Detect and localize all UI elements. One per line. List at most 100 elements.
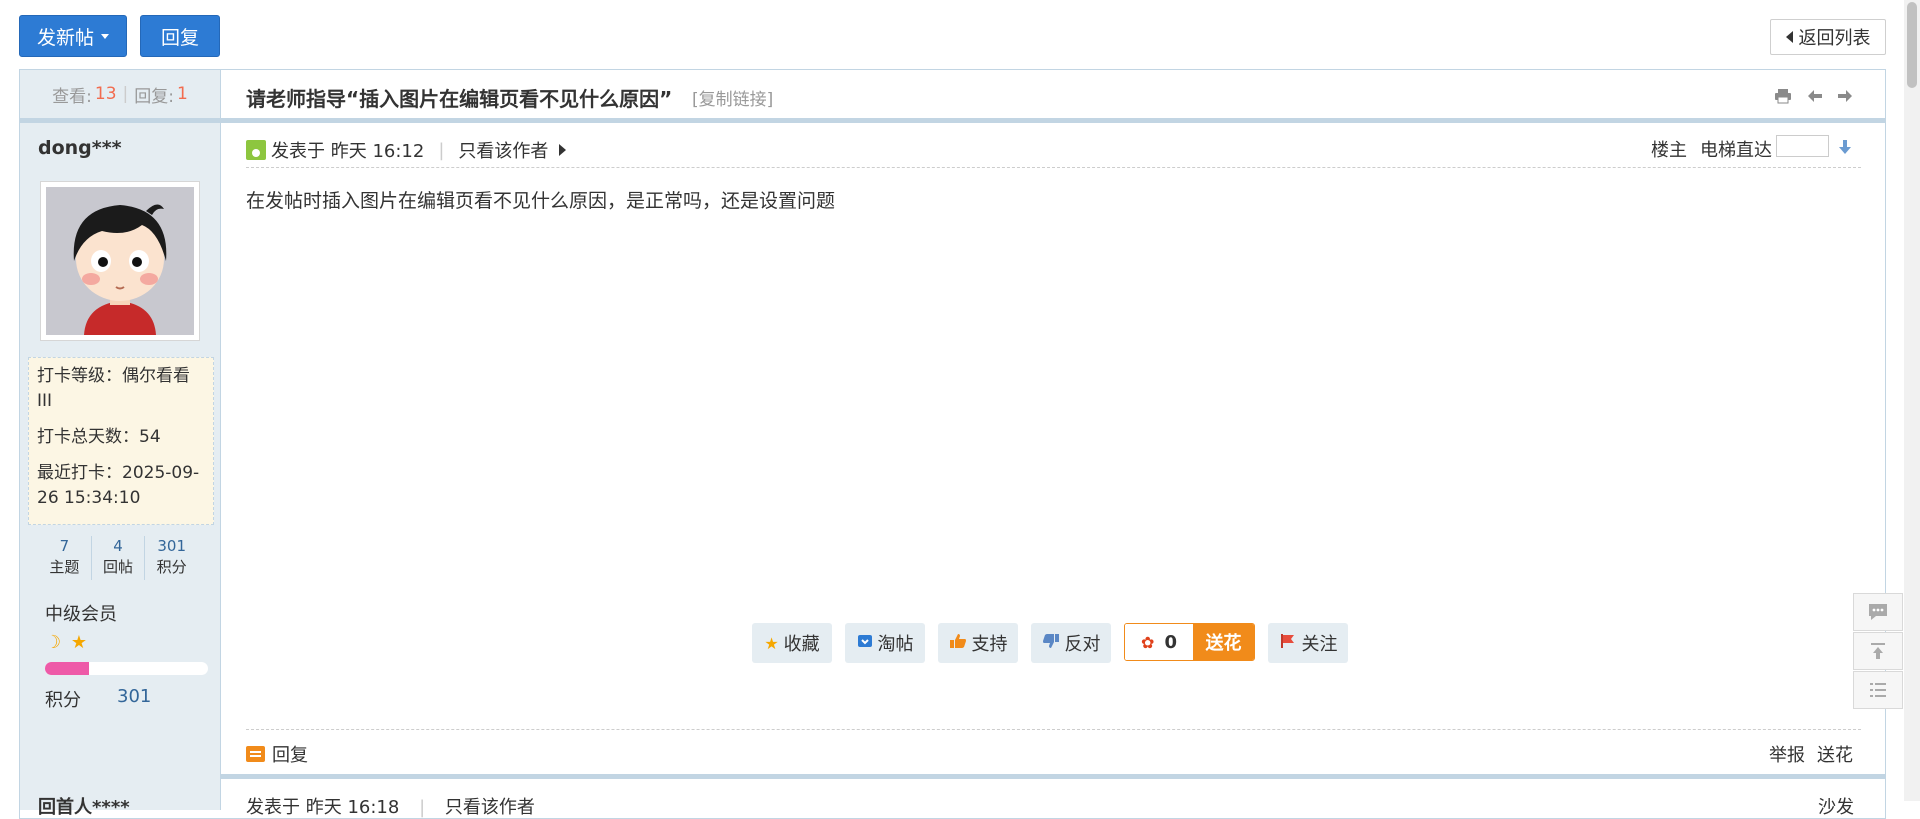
author-counts: 7 主题 4 回帖 301 积分	[38, 536, 198, 580]
checkin-days: 打卡总天数：54	[37, 427, 161, 447]
thread-stats: 查看: 13 | 回复: 1	[20, 70, 220, 118]
flower-icon: ✿	[1141, 632, 1155, 652]
favorite-label: 收藏	[783, 634, 820, 655]
avatar-image	[46, 187, 194, 335]
posts-value: 4	[113, 537, 123, 555]
rank-icons: ☽ ★	[45, 632, 87, 653]
header-divider	[221, 118, 1886, 123]
credits-value: 301	[157, 537, 186, 555]
checkin-level: 打卡等级：偶尔看看III	[37, 366, 190, 411]
views-label: 查看:	[52, 86, 92, 107]
next-post-author[interactable]: 回首人****	[38, 793, 130, 819]
level-progress	[45, 662, 208, 675]
report-link[interactable]: 举报	[1769, 741, 1805, 767]
floor-label[interactable]: 楼主	[1651, 136, 1687, 162]
stats-separator: |	[122, 84, 129, 104]
only-author-link[interactable]: 只看该作者	[458, 137, 548, 163]
next-post-time: 发表于 昨天 16:18	[246, 797, 400, 818]
taobao-label: 淘帖	[877, 634, 914, 655]
post-footer-divider	[246, 729, 1861, 730]
send-flower-button[interactable]: ✿ 0 送花	[1124, 623, 1255, 661]
post-frame	[19, 69, 1886, 819]
star-icon: ★	[70, 632, 88, 653]
arrow-down-icon[interactable]	[1838, 138, 1852, 156]
quick-reply-float-button[interactable]	[1853, 593, 1903, 631]
posts-count[interactable]: 4 回帖	[92, 536, 146, 580]
next-post-floor[interactable]: 沙发	[1818, 793, 1854, 819]
send-flower-label: 送花	[1193, 624, 1254, 660]
posts-label: 回帖	[103, 558, 134, 576]
archive-icon	[857, 633, 873, 653]
back-to-list-label: 返回列表	[1798, 28, 1871, 49]
flower-count: 0	[1164, 631, 1177, 653]
print-icon[interactable]	[1774, 88, 1792, 104]
copy-link[interactable]: [复制链接]	[692, 85, 773, 110]
elevator-label: 电梯直达	[1700, 140, 1772, 161]
previous-thread-icon[interactable]	[1806, 88, 1824, 104]
next-thread-icon[interactable]	[1836, 88, 1854, 104]
points-value: 301	[117, 686, 152, 707]
level-progress-fill	[45, 662, 89, 675]
follow-button[interactable]: 关注	[1268, 623, 1348, 663]
credits-label: 积分	[156, 558, 187, 576]
oppose-label: 反对	[1064, 634, 1101, 655]
scrollbar-thumb[interactable]	[1907, 2, 1917, 88]
back-to-top-float-button[interactable]	[1853, 632, 1903, 670]
thumbs-down-icon	[1042, 633, 1060, 653]
comment-icon	[1869, 604, 1887, 620]
caret-left-icon	[1785, 31, 1793, 43]
post-content: 在发帖时插入图片在编辑页看不见什么原因，是正常吗，还是设置问题	[246, 190, 836, 212]
replies-label: 回复:	[134, 86, 174, 107]
new-post-label: 发新帖	[36, 26, 94, 49]
post-divider	[221, 774, 1886, 779]
post-meta-divider	[246, 167, 1861, 168]
back-to-list-button[interactable]: 返回列表	[1770, 19, 1886, 55]
follow-label: 关注	[1301, 634, 1338, 655]
reply-bubble-icon	[246, 746, 265, 762]
user-online-icon	[246, 140, 266, 160]
elevator-input[interactable]	[1776, 135, 1829, 157]
topics-count[interactable]: 7 主题	[38, 536, 92, 580]
reply-button-label: 回复	[160, 26, 199, 49]
support-button[interactable]: 支持	[938, 623, 1018, 663]
points-label: 积分	[45, 690, 81, 711]
last-checkin: 最近打卡：2025-09-26 15:34:10	[37, 463, 200, 508]
return-list-float-button[interactable]	[1853, 671, 1903, 709]
list-icon	[1870, 683, 1886, 697]
topics-value: 7	[59, 537, 70, 555]
reply-button[interactable]: 回复	[140, 15, 220, 57]
reply-link[interactable]: 回复	[246, 741, 308, 767]
thread-title: 请老师指导“插入图片在编辑页看不见什么原因”	[246, 87, 673, 111]
page-scrollbar[interactable]	[1904, 0, 1920, 801]
next-meta-separator: |	[419, 797, 426, 818]
caret-right-icon	[559, 144, 567, 156]
avatar[interactable]	[40, 181, 200, 341]
next-only-author[interactable]: 只看该作者	[445, 797, 535, 818]
author-name[interactable]: dong***	[38, 137, 122, 159]
flower-count-box: ✿ 0	[1125, 624, 1193, 660]
checkin-info: 打卡等级：偶尔看看III 打卡总天数：54 最近打卡：2025-09-26 15…	[28, 357, 214, 525]
credits-count[interactable]: 301 积分	[145, 536, 198, 580]
star-icon: ★	[764, 633, 779, 653]
moon-icon: ☽	[45, 632, 62, 653]
meta-separator: |	[438, 139, 445, 161]
send-flower-link[interactable]: 送花	[1817, 741, 1853, 767]
posted-at: 发表于 昨天 16:12	[271, 141, 425, 162]
flag-icon	[1279, 633, 1297, 653]
member-group[interactable]: 中级会员	[45, 600, 117, 626]
views-count: 13	[94, 84, 117, 104]
oppose-button[interactable]: 反对	[1031, 623, 1111, 663]
sidebar-divider	[20, 118, 221, 123]
topics-label: 主题	[49, 558, 80, 576]
favorite-button[interactable]: ★ 收藏	[752, 623, 832, 663]
support-label: 支持	[971, 634, 1008, 655]
arrow-up-icon	[1871, 643, 1885, 659]
thumbs-up-icon	[949, 633, 967, 653]
caret-down-icon	[101, 33, 109, 39]
taobao-button[interactable]: 淘帖	[845, 623, 925, 663]
post-meta: 发表于 昨天 16:12 | 只看该作者	[246, 137, 567, 163]
new-post-button[interactable]: 发新帖	[19, 15, 127, 57]
replies-count: 1	[177, 84, 188, 104]
reply-link-label: 回复	[272, 745, 308, 766]
next-post-meta: 发表于 昨天 16:18 | 只看该作者	[246, 793, 535, 819]
